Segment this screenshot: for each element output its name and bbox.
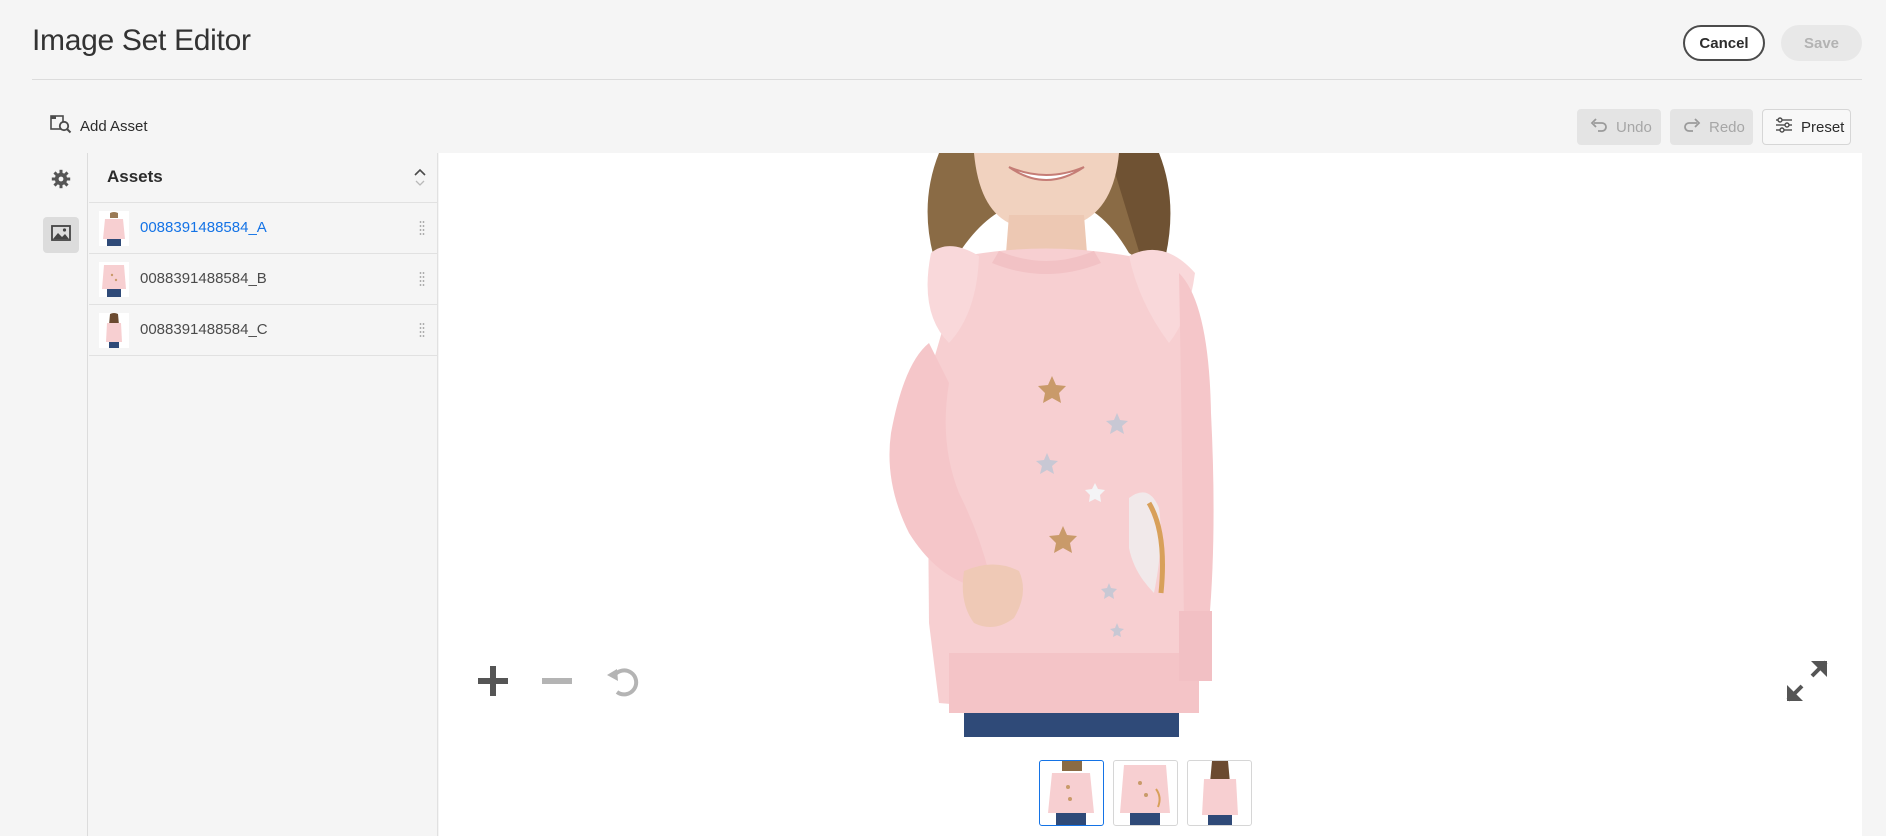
sliders-icon — [1775, 117, 1793, 137]
zoom-in-button[interactable] — [473, 663, 513, 703]
reset-zoom-button[interactable] — [603, 663, 643, 703]
asset-name: 0088391488584_A — [140, 219, 267, 236]
thumbnail-a[interactable] — [1039, 760, 1104, 826]
asset-name: 0088391488584_C — [140, 321, 268, 338]
cancel-button[interactable]: Cancel — [1683, 25, 1765, 61]
product-photo — [879, 153, 1359, 737]
undo-icon — [1590, 118, 1608, 136]
minus-icon — [540, 664, 574, 703]
fullscreen-button[interactable] — [1785, 659, 1829, 708]
add-asset-label: Add Asset — [80, 117, 148, 135]
redo-button[interactable]: Redo — [1670, 109, 1753, 145]
asset-list-item[interactable]: 0088391488584_B — [89, 254, 437, 305]
asset-search-icon — [50, 114, 72, 138]
asset-thumbnail — [99, 313, 129, 348]
asset-list-item[interactable]: 0088391488584_A — [89, 203, 437, 254]
redo-label: Redo — [1709, 118, 1745, 136]
asset-thumbnail — [99, 262, 129, 297]
undo-button[interactable]: Undo — [1577, 109, 1661, 145]
add-asset-button[interactable]: Add Asset — [50, 114, 148, 138]
expand-icon — [1785, 659, 1829, 708]
reset-icon — [604, 662, 642, 705]
sort-toggle-icon[interactable] — [413, 167, 427, 189]
asset-list-item[interactable]: 0088391488584_C — [89, 305, 437, 356]
assets-title: Assets — [107, 167, 163, 186]
assets-panel-header: Assets — [89, 153, 437, 203]
preset-label: Preset — [1801, 118, 1845, 136]
save-button[interactable]: Save — [1781, 25, 1862, 61]
drag-handle-icon[interactable] — [419, 322, 425, 338]
thumbnail-b[interactable] — [1113, 760, 1178, 826]
gear-icon — [51, 169, 71, 194]
settings-rail-button[interactable] — [43, 163, 79, 199]
undo-label: Undo — [1616, 118, 1652, 136]
drag-handle-icon[interactable] — [419, 271, 425, 287]
editor-toolbar: Add Asset Undo Redo Preset — [0, 106, 1886, 146]
image-icon — [51, 224, 71, 246]
redo-icon — [1683, 118, 1701, 136]
page-title: Image Set Editor — [32, 24, 251, 57]
preset-button[interactable]: Preset — [1762, 109, 1851, 145]
zoom-out-button[interactable] — [537, 663, 577, 703]
images-rail-button[interactable] — [43, 217, 79, 253]
drag-handle-icon[interactable] — [419, 220, 425, 236]
assets-panel: Assets 0088391488584_A 0088391488584_B 0… — [89, 153, 438, 836]
asset-thumbnail — [99, 211, 129, 246]
plus-icon — [476, 664, 510, 703]
header-bar: Image Set Editor Cancel Save — [32, 0, 1862, 80]
side-rail — [0, 153, 88, 836]
thumbnail-c[interactable] — [1187, 760, 1252, 826]
image-preview-canvas[interactable] — [439, 153, 1862, 836]
asset-name: 0088391488584_B — [140, 270, 267, 287]
thumbnail-strip — [1039, 760, 1252, 826]
